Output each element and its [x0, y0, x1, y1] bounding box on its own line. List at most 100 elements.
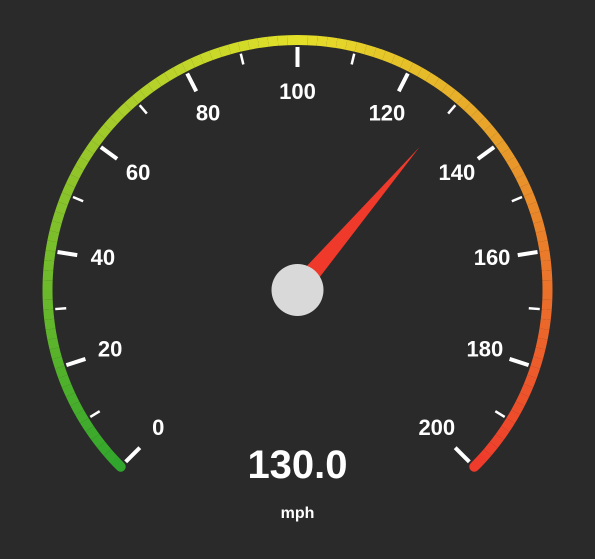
gauge-arc-segment — [520, 177, 524, 186]
gauge-arc-segment — [84, 151, 89, 159]
tick-label: 140 — [439, 160, 476, 185]
gauge-arc-segment — [63, 377, 67, 386]
gauge-arc-segment — [57, 358, 60, 367]
gauge-value-readout: 130.0 — [247, 443, 347, 487]
gauge-arc-segment — [193, 59, 202, 63]
gauge-arc-segment — [54, 348, 56, 357]
tick-label: 20 — [98, 337, 122, 362]
gauge-arc-segment — [143, 88, 151, 94]
major-tick — [187, 73, 196, 91]
gauge-arc-segment — [48, 270, 49, 280]
gauge-arc-segment — [544, 319, 545, 329]
gauge-arc-segment — [67, 386, 71, 395]
speedometer-gauge: 020406080100120140160180200130.0mph — [0, 0, 595, 559]
gauge-arc-segment — [268, 41, 278, 42]
gauge-arc-segment — [525, 185, 529, 194]
minor-tick — [241, 54, 244, 65]
gauge-arc-segment — [541, 339, 543, 349]
major-tick — [510, 359, 529, 365]
major-tick — [101, 147, 117, 159]
tick-label: 160 — [474, 245, 511, 270]
gauge-arc-segment — [159, 77, 167, 82]
gauge-arc-segment — [135, 94, 143, 100]
gauge-arc-segment — [474, 460, 481, 467]
gauge-arc-segment — [63, 194, 67, 203]
gauge-arc-segment — [48, 300, 49, 310]
gauge-arc-segment — [460, 100, 467, 107]
gauge-arc-segment — [230, 47, 239, 49]
gauge-arc-segment — [175, 67, 184, 72]
gauge-arc-segment — [356, 47, 365, 49]
gauge-arc-segment — [49, 319, 50, 329]
gauge-arc-segment — [532, 203, 535, 212]
gauge-arc-segment — [393, 59, 402, 63]
gauge-arc-segment — [327, 42, 337, 43]
gauge-arc-segment — [500, 429, 506, 437]
gauge-hub — [272, 264, 324, 316]
gauge-arc-segment — [516, 403, 521, 412]
gauge-arc-segment — [167, 72, 175, 77]
gauge-arc-segment — [95, 437, 101, 445]
gauge-arc-segment — [546, 261, 547, 271]
gauge-arc-segment — [511, 159, 516, 167]
gauge-arc-segment — [239, 45, 249, 47]
gauge-arc-segment — [101, 445, 107, 453]
gauge-arc-segment — [51, 241, 53, 251]
gauge-arc-segment — [57, 213, 60, 222]
gauge-arc-segment — [48, 310, 49, 320]
gauge-arc-segment — [541, 232, 543, 242]
minor-tick — [140, 105, 147, 113]
gauge-arc-segment — [184, 63, 193, 67]
minor-tick — [495, 411, 504, 417]
gauge-arc-segment — [79, 159, 84, 167]
gauge-arc-segment — [474, 113, 481, 120]
gauge-arc-segment — [428, 77, 436, 82]
tick-label: 40 — [91, 245, 115, 270]
tick-label: 0 — [152, 415, 164, 440]
major-tick — [518, 252, 538, 255]
gauge-arc-segment — [95, 135, 101, 143]
gauge-arc-segment — [543, 329, 545, 339]
gauge-arc-segment — [278, 40, 288, 41]
minor-tick — [73, 197, 83, 201]
gauge-arc-segment — [101, 128, 107, 136]
gauge-arc-segment — [488, 128, 494, 136]
gauge-arc-segment — [505, 151, 510, 159]
gauge-arc-segment — [249, 43, 259, 45]
gauge-arc-segment — [444, 88, 452, 94]
gauge-arc-segment — [128, 100, 135, 107]
minor-tick — [448, 105, 455, 113]
tick-label: 60 — [126, 160, 150, 185]
gauge-arc-segment — [52, 339, 54, 349]
minor-tick — [352, 54, 355, 65]
tick-label: 200 — [418, 415, 455, 440]
gauge-arc-segment — [60, 367, 63, 376]
gauge-arc-segment — [525, 386, 529, 395]
gauge-arc-segment — [535, 213, 538, 222]
gauge-arc-segment — [90, 143, 96, 151]
gauge-arc-segment — [488, 445, 494, 453]
gauge-arc-segment — [528, 194, 532, 203]
gauge-arc-segment — [538, 222, 540, 231]
gauge-arc-segment — [84, 421, 89, 429]
gauge-arc-segment — [535, 358, 538, 367]
gauge-arc-segment — [420, 72, 428, 77]
gauge-arc-segment — [402, 63, 411, 67]
gauge-arc-segment — [544, 251, 545, 261]
gauge-arc-segment — [375, 52, 384, 55]
gauge-arc-segment — [511, 412, 516, 420]
gauge-arc-segment — [546, 310, 547, 320]
gauge-arc-segment — [114, 460, 121, 467]
gauge-arc-segment — [337, 43, 347, 45]
tick-label: 100 — [279, 79, 316, 104]
minor-tick — [512, 197, 522, 201]
major-tick — [455, 448, 469, 462]
gauge-arc-segment — [547, 270, 548, 280]
gauge-arc-segment — [79, 412, 84, 420]
major-tick — [478, 147, 494, 159]
tick-label: 120 — [369, 100, 406, 125]
gauge-arc-segment — [75, 168, 80, 177]
tick-label: 80 — [196, 100, 220, 125]
gauge-arc-segment — [532, 367, 535, 376]
tick-label: 180 — [466, 337, 503, 362]
